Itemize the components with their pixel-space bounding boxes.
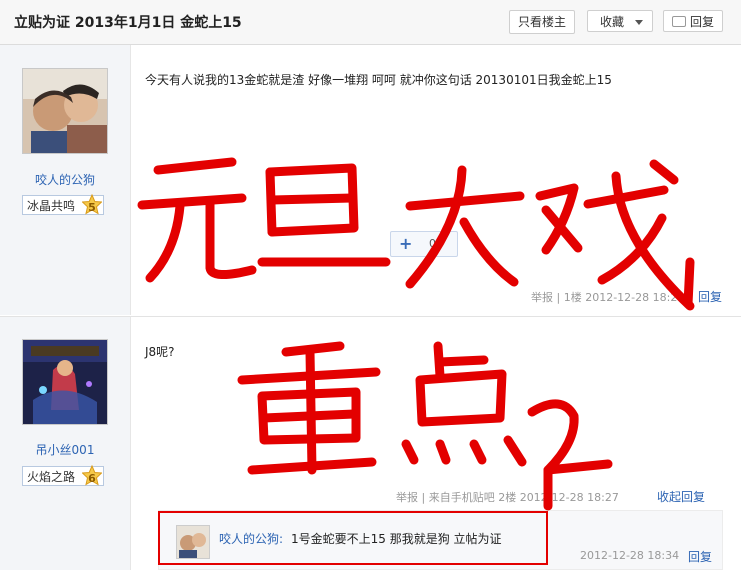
post1-badge-label: 冰晶共鸣 <box>27 199 76 213</box>
post2-badge[interactable]: 火焰之路 6 <box>22 464 104 487</box>
plus-icon: + <box>399 234 413 253</box>
post1-level: 5 <box>88 201 96 214</box>
stroke <box>611 171 695 311</box>
post2-content: J8呢? <box>145 345 175 359</box>
stroke <box>583 185 669 209</box>
stroke <box>503 435 527 467</box>
collapse-replies-link[interactable]: 收起回复 <box>657 488 705 505</box>
only-op-button[interactable]: 只看楼主 <box>509 10 575 34</box>
stroke <box>527 399 613 475</box>
stroke <box>267 193 357 205</box>
stroke <box>205 199 257 279</box>
post1-content: 今天有人说我的13金蛇就是渣 好像一堆翔 呵呵 就冲你这句话 20130101日… <box>145 73 612 87</box>
post1-badge[interactable]: 冰晶共鸣 5 <box>22 193 104 216</box>
sub-reply-reply-link[interactable]: 回复 <box>688 548 712 565</box>
stroke <box>459 217 519 287</box>
stroke <box>257 387 361 445</box>
stroke <box>137 193 247 210</box>
stroke <box>415 369 507 427</box>
post2-meta: 举报 | 来自手机贴吧 2楼 2012-12-28 18:27 <box>396 491 619 504</box>
stroke <box>281 341 345 357</box>
post2-avatar[interactable] <box>22 339 108 425</box>
stroke <box>153 157 237 175</box>
post2-level: 6 <box>88 472 96 485</box>
avatar-photo-icon <box>23 69 107 153</box>
stroke <box>683 257 695 309</box>
thread-header: 立贴为证 2013年1月1日 金蛇上15 只看楼主 收藏 回复 <box>0 0 741 45</box>
stroke <box>247 457 377 475</box>
stroke <box>405 165 467 289</box>
reply-button[interactable]: 回复 <box>663 10 723 32</box>
highlighted-sub-reply: 咬人的公狗: 1号金蛇要不上15 那我就是狗 立帖为证 <box>158 511 548 565</box>
post1-meta: 举报 | 1楼 2012-12-28 18:2 <box>531 291 678 304</box>
post1-author-panel: 咬人的公狗 冰晶共鸣 5 <box>0 45 131 315</box>
sub-reply-user[interactable]: 咬人的公狗: <box>219 530 283 547</box>
stroke <box>435 439 451 465</box>
stroke <box>401 439 419 465</box>
stroke <box>597 213 667 285</box>
post1-reply-link[interactable]: 回复 <box>698 288 722 305</box>
post2-username[interactable]: 吊小丝001 <box>0 441 130 458</box>
sub-reply-time: 2012-12-28 18:34 <box>580 549 680 562</box>
stroke <box>469 439 487 465</box>
stroke <box>433 341 445 381</box>
post2-badge-label: 火焰之路 <box>27 470 76 484</box>
sub-reply-text: 1号金蛇要不上15 那我就是狗 立帖为证 <box>291 532 502 546</box>
favorite-button[interactable]: 收藏 <box>587 10 653 32</box>
favorite-label: 收藏 <box>600 15 625 29</box>
sub-reply-avatar[interactable] <box>176 525 210 559</box>
stroke <box>541 205 583 253</box>
level-star-icon: 5 <box>81 193 103 216</box>
avatar-game-icon <box>23 340 107 424</box>
reply-label: 回复 <box>690 15 715 29</box>
post2-author-panel: 吊小丝001 火焰之路 6 <box>0 317 131 570</box>
comment-icon <box>672 16 686 27</box>
plus-count: 0 <box>429 237 436 250</box>
caret-down-icon <box>635 20 643 25</box>
stroke <box>145 201 185 283</box>
stroke <box>259 409 359 423</box>
stroke <box>237 367 381 385</box>
stroke <box>405 191 525 211</box>
stroke <box>265 163 359 237</box>
post1-avatar[interactable] <box>22 68 108 154</box>
thread-title: 立贴为证 2013年1月1日 金蛇上15 <box>14 15 242 31</box>
level-star-icon: 6 <box>81 464 103 487</box>
stroke <box>535 183 579 255</box>
stroke <box>649 159 679 185</box>
avatar-photo-icon <box>177 526 209 558</box>
stroke <box>265 167 277 237</box>
stroke <box>305 347 317 475</box>
stroke <box>435 355 489 367</box>
post1-username[interactable]: 咬人的公狗 <box>0 171 130 188</box>
plus-one-button[interactable]: + 0 <box>390 231 458 257</box>
